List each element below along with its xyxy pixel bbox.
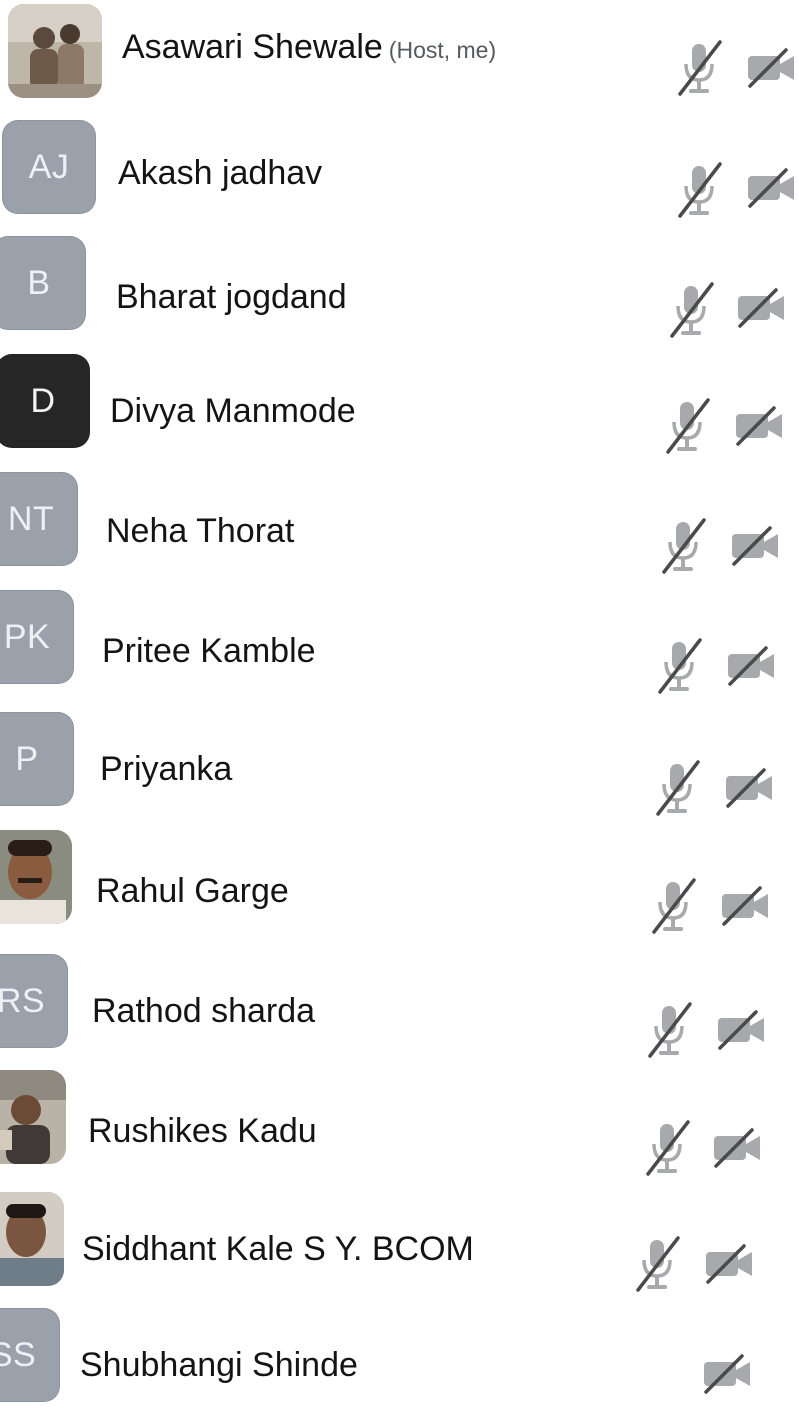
video-off-icon[interactable] [730, 526, 782, 566]
participant-row[interactable]: AJ Akash jadhav [0, 106, 799, 218]
video-off-icon[interactable] [734, 406, 786, 446]
participants-list: Asawari Shewale (Host, me) AJ Akash jadha… [0, 0, 799, 1402]
mic-muted-icon[interactable] [654, 760, 702, 818]
participant-name: Rathod sharda [92, 992, 316, 1030]
participant-name: Akash jadhav [118, 154, 323, 192]
participant-name: Shubhangi Shinde [80, 1346, 358, 1384]
participant-row[interactable]: RS Rathod sharda [0, 944, 799, 1058]
mic-muted-icon[interactable] [656, 638, 704, 696]
video-off-icon[interactable] [702, 1354, 754, 1394]
avatar: SS [0, 1308, 60, 1402]
mic-muted-icon[interactable] [668, 282, 716, 340]
host-tag: (Host, me) [388, 37, 497, 63]
video-off-icon[interactable] [736, 288, 788, 328]
mic-muted-icon[interactable] [664, 398, 712, 456]
mic-muted-icon[interactable] [646, 1002, 694, 1060]
avatar: RS [0, 954, 68, 1048]
video-off-icon[interactable] [746, 168, 798, 208]
avatar [8, 4, 102, 98]
avatar [0, 1192, 64, 1286]
avatar: PK [0, 590, 74, 684]
mic-muted-icon[interactable] [660, 518, 708, 576]
mic-muted-icon[interactable] [676, 40, 724, 98]
avatar [0, 1070, 66, 1164]
participant-row[interactable]: B Bharat jogdand [0, 222, 799, 338]
participant-row[interactable]: SS Shubhangi Shinde [0, 1300, 799, 1410]
avatar: NT [0, 472, 78, 566]
participant-row[interactable]: Asawari Shewale (Host, me) [0, 0, 799, 110]
participant-name: Divya Manmode [110, 392, 356, 430]
avatar: B [0, 236, 86, 330]
participant-name: Bharat jogdand [116, 278, 347, 316]
participant-name: Asawari Shewale (Host, me) [122, 28, 497, 66]
participant-name: Neha Thorat [106, 512, 295, 550]
video-off-icon[interactable] [704, 1244, 756, 1284]
video-off-icon[interactable] [716, 1010, 768, 1050]
video-off-icon[interactable] [726, 646, 778, 686]
mic-muted-icon[interactable] [634, 1236, 682, 1294]
participant-row[interactable]: Rahul Garge [0, 822, 799, 934]
participant-row[interactable]: Siddhant Kale S Y. BCOM [0, 1184, 799, 1294]
video-off-icon[interactable] [720, 886, 772, 926]
avatar: P [0, 712, 74, 806]
participant-name: Rahul Garge [96, 872, 289, 910]
participant-name: Pritee Kamble [102, 632, 316, 670]
participant-row[interactable]: P Priyanka [0, 702, 799, 816]
participant-row[interactable]: D Divya Manmode [0, 340, 799, 454]
avatar [0, 830, 72, 924]
participant-row[interactable]: Rushikes Kadu [0, 1062, 799, 1176]
participant-row[interactable]: PK Pritee Kamble [0, 580, 799, 694]
video-off-icon[interactable] [712, 1128, 764, 1168]
participant-name: Priyanka [100, 750, 233, 788]
mic-muted-icon[interactable] [644, 1120, 692, 1178]
participant-name: Rushikes Kadu [88, 1112, 317, 1150]
video-off-icon[interactable] [724, 768, 776, 808]
avatar: AJ [2, 120, 96, 214]
mic-muted-icon[interactable] [650, 878, 698, 936]
mic-muted-icon[interactable] [676, 162, 724, 220]
avatar: D [0, 354, 90, 448]
participant-row[interactable]: NT Neha Thorat [0, 462, 799, 574]
video-off-icon[interactable] [746, 48, 798, 88]
participant-name: Siddhant Kale S Y. BCOM [82, 1230, 474, 1268]
